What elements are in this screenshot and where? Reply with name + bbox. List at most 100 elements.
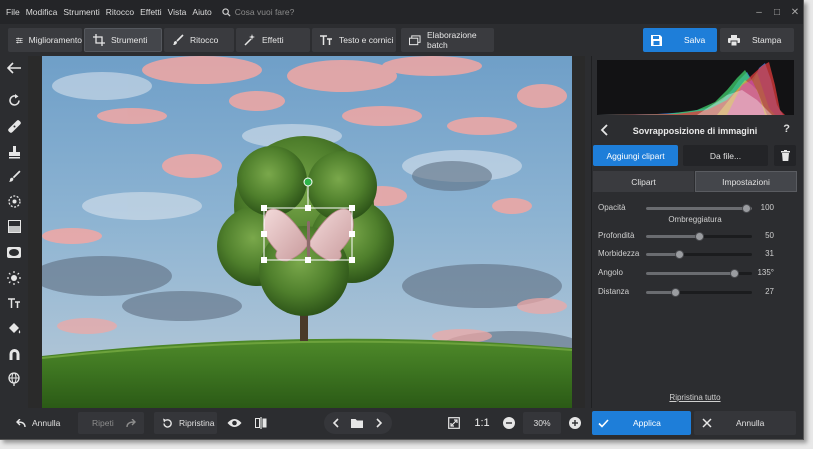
opacity-slider[interactable]: Opacità 100 [598, 201, 794, 215]
distance-slider[interactable]: Distanza 27 [598, 285, 794, 299]
slider-track[interactable] [646, 250, 752, 259]
close-button[interactable]: ✕ [786, 0, 803, 24]
magic-wand-icon [244, 34, 255, 46]
redo-button[interactable]: Ripeti [78, 412, 144, 434]
folder-icon[interactable] [351, 418, 363, 428]
slider-label: Angolo [598, 268, 623, 277]
panel-title: Sovrapposizione di immagini [632, 126, 758, 136]
slider-knob[interactable] [670, 288, 680, 297]
gradient-tool[interactable] [4, 216, 24, 236]
tab-ritocco[interactable]: Ritocco [164, 28, 234, 52]
photo-canvas[interactable] [42, 56, 572, 408]
menu-aiuto[interactable]: Aiuto [192, 7, 211, 17]
tab-label: Strumenti [111, 35, 148, 45]
vignette-tool[interactable] [4, 242, 24, 262]
tab-elaborazione-batch[interactable]: Elaborazione batch [401, 28, 494, 52]
slider-track[interactable] [646, 269, 752, 278]
slider-track[interactable] [646, 204, 752, 213]
undo-button[interactable]: Annulla [8, 412, 74, 434]
add-clipart-button[interactable]: Aggiungi clipart [593, 145, 678, 166]
menu-strumenti[interactable]: Strumenti [63, 7, 99, 17]
restore-icon [163, 418, 172, 428]
vignette-icon [7, 246, 21, 258]
zoom-out-button[interactable] [500, 412, 518, 434]
zoom-level-field[interactable]: 30% [523, 412, 561, 434]
cancel-button[interactable]: Annulla [694, 411, 796, 435]
radial-icon [7, 194, 21, 208]
help-button[interactable]: ? [783, 123, 790, 135]
brush-tool[interactable] [4, 166, 24, 186]
fit-screen-button[interactable] [444, 412, 464, 434]
close-icon [702, 418, 712, 428]
menu-ritocco[interactable]: Ritocco [106, 7, 134, 17]
redo-icon [126, 418, 136, 427]
histogram [597, 60, 794, 115]
sliders-icon [16, 37, 23, 43]
restore-button[interactable]: Ripristina [154, 412, 217, 434]
slider-track[interactable] [646, 288, 752, 297]
menu-vista[interactable]: Vista [168, 7, 187, 17]
radial-tool[interactable] [4, 191, 24, 211]
save-button[interactable]: Salva [643, 28, 717, 52]
apply-button[interactable]: Applica [592, 411, 691, 435]
zoom-in-button[interactable] [566, 412, 584, 434]
chevron-right-icon[interactable] [376, 418, 383, 428]
zoom-in-icon [569, 417, 581, 429]
slider-fill [646, 272, 734, 275]
slider-knob[interactable] [695, 232, 704, 241]
fill-icon [9, 322, 21, 333]
tab-strumenti[interactable]: Strumenti [84, 28, 162, 52]
text-tool[interactable] [4, 293, 24, 313]
back-tool[interactable] [4, 58, 24, 78]
search-placeholder: Cosa vuoi fare? [234, 7, 295, 17]
light-tool[interactable] [4, 268, 24, 288]
magnet-icon [9, 348, 19, 360]
left-toolbar [0, 56, 28, 408]
stamp-icon [8, 145, 20, 158]
depth-slider[interactable]: Profondità 50 [598, 229, 794, 243]
landscape-photo [42, 56, 572, 408]
rotate-tool[interactable] [4, 90, 24, 110]
magnet-tool[interactable] [4, 344, 24, 364]
fill-tool[interactable] [4, 318, 24, 338]
tab-label: Effetti [262, 35, 284, 45]
menu-effetti[interactable]: Effetti [140, 7, 162, 17]
heal-tool[interactable] [4, 116, 24, 136]
print-icon [728, 34, 740, 46]
menu-bar: File Modifica Strumenti Ritocco Effetti … [0, 0, 803, 24]
tab-clipart[interactable]: Clipart [593, 171, 694, 192]
actual-size-button[interactable]: 1:1 [470, 412, 494, 434]
tab-impostazioni[interactable]: Impostazioni [695, 171, 797, 192]
menu-modifica[interactable]: Modifica [26, 7, 58, 17]
cancel-label: Annulla [736, 418, 765, 428]
minimize-button[interactable]: – [750, 0, 768, 24]
slider-knob[interactable] [729, 269, 739, 278]
maximize-button[interactable]: □ [768, 0, 786, 24]
search-box[interactable]: Cosa vuoi fare? [222, 7, 295, 17]
menu-file[interactable]: File [6, 7, 20, 17]
slider-value: 100 [760, 203, 774, 212]
globe-tool[interactable] [4, 369, 24, 389]
delete-button[interactable] [774, 145, 796, 166]
canvas-area [28, 56, 585, 408]
from-file-button[interactable]: Da file... [683, 145, 768, 166]
chevron-left-icon[interactable] [332, 418, 339, 428]
slider-label: Morbidezza [598, 249, 640, 258]
tab-effetti[interactable]: Effetti [236, 28, 310, 52]
slider-track[interactable] [646, 232, 752, 241]
batch-icon [409, 34, 421, 45]
print-button[interactable]: Stampa [720, 28, 794, 52]
main-toolbar: Miglioramento Strumenti Ritocco Effetti … [0, 24, 803, 56]
angle-slider[interactable]: Angolo 135° [598, 266, 794, 280]
reset-all-link[interactable]: Ripristina tutto [592, 393, 798, 402]
compare-toggle[interactable] [250, 412, 272, 434]
stamp-tool[interactable] [4, 142, 24, 162]
tab-testo-cornici[interactable]: Testo e cornici [312, 28, 396, 52]
slider-value: 31 [765, 249, 774, 258]
softness-slider[interactable]: Morbidezza 31 [598, 247, 794, 261]
preview-toggle[interactable] [222, 412, 246, 434]
tab-miglioramento[interactable]: Miglioramento [8, 28, 82, 52]
slider-knob[interactable] [674, 250, 684, 259]
slider-label: Distanza [598, 287, 630, 296]
photo-editor-window: File Modifica Strumenti Ritocco Effetti … [0, 0, 804, 440]
